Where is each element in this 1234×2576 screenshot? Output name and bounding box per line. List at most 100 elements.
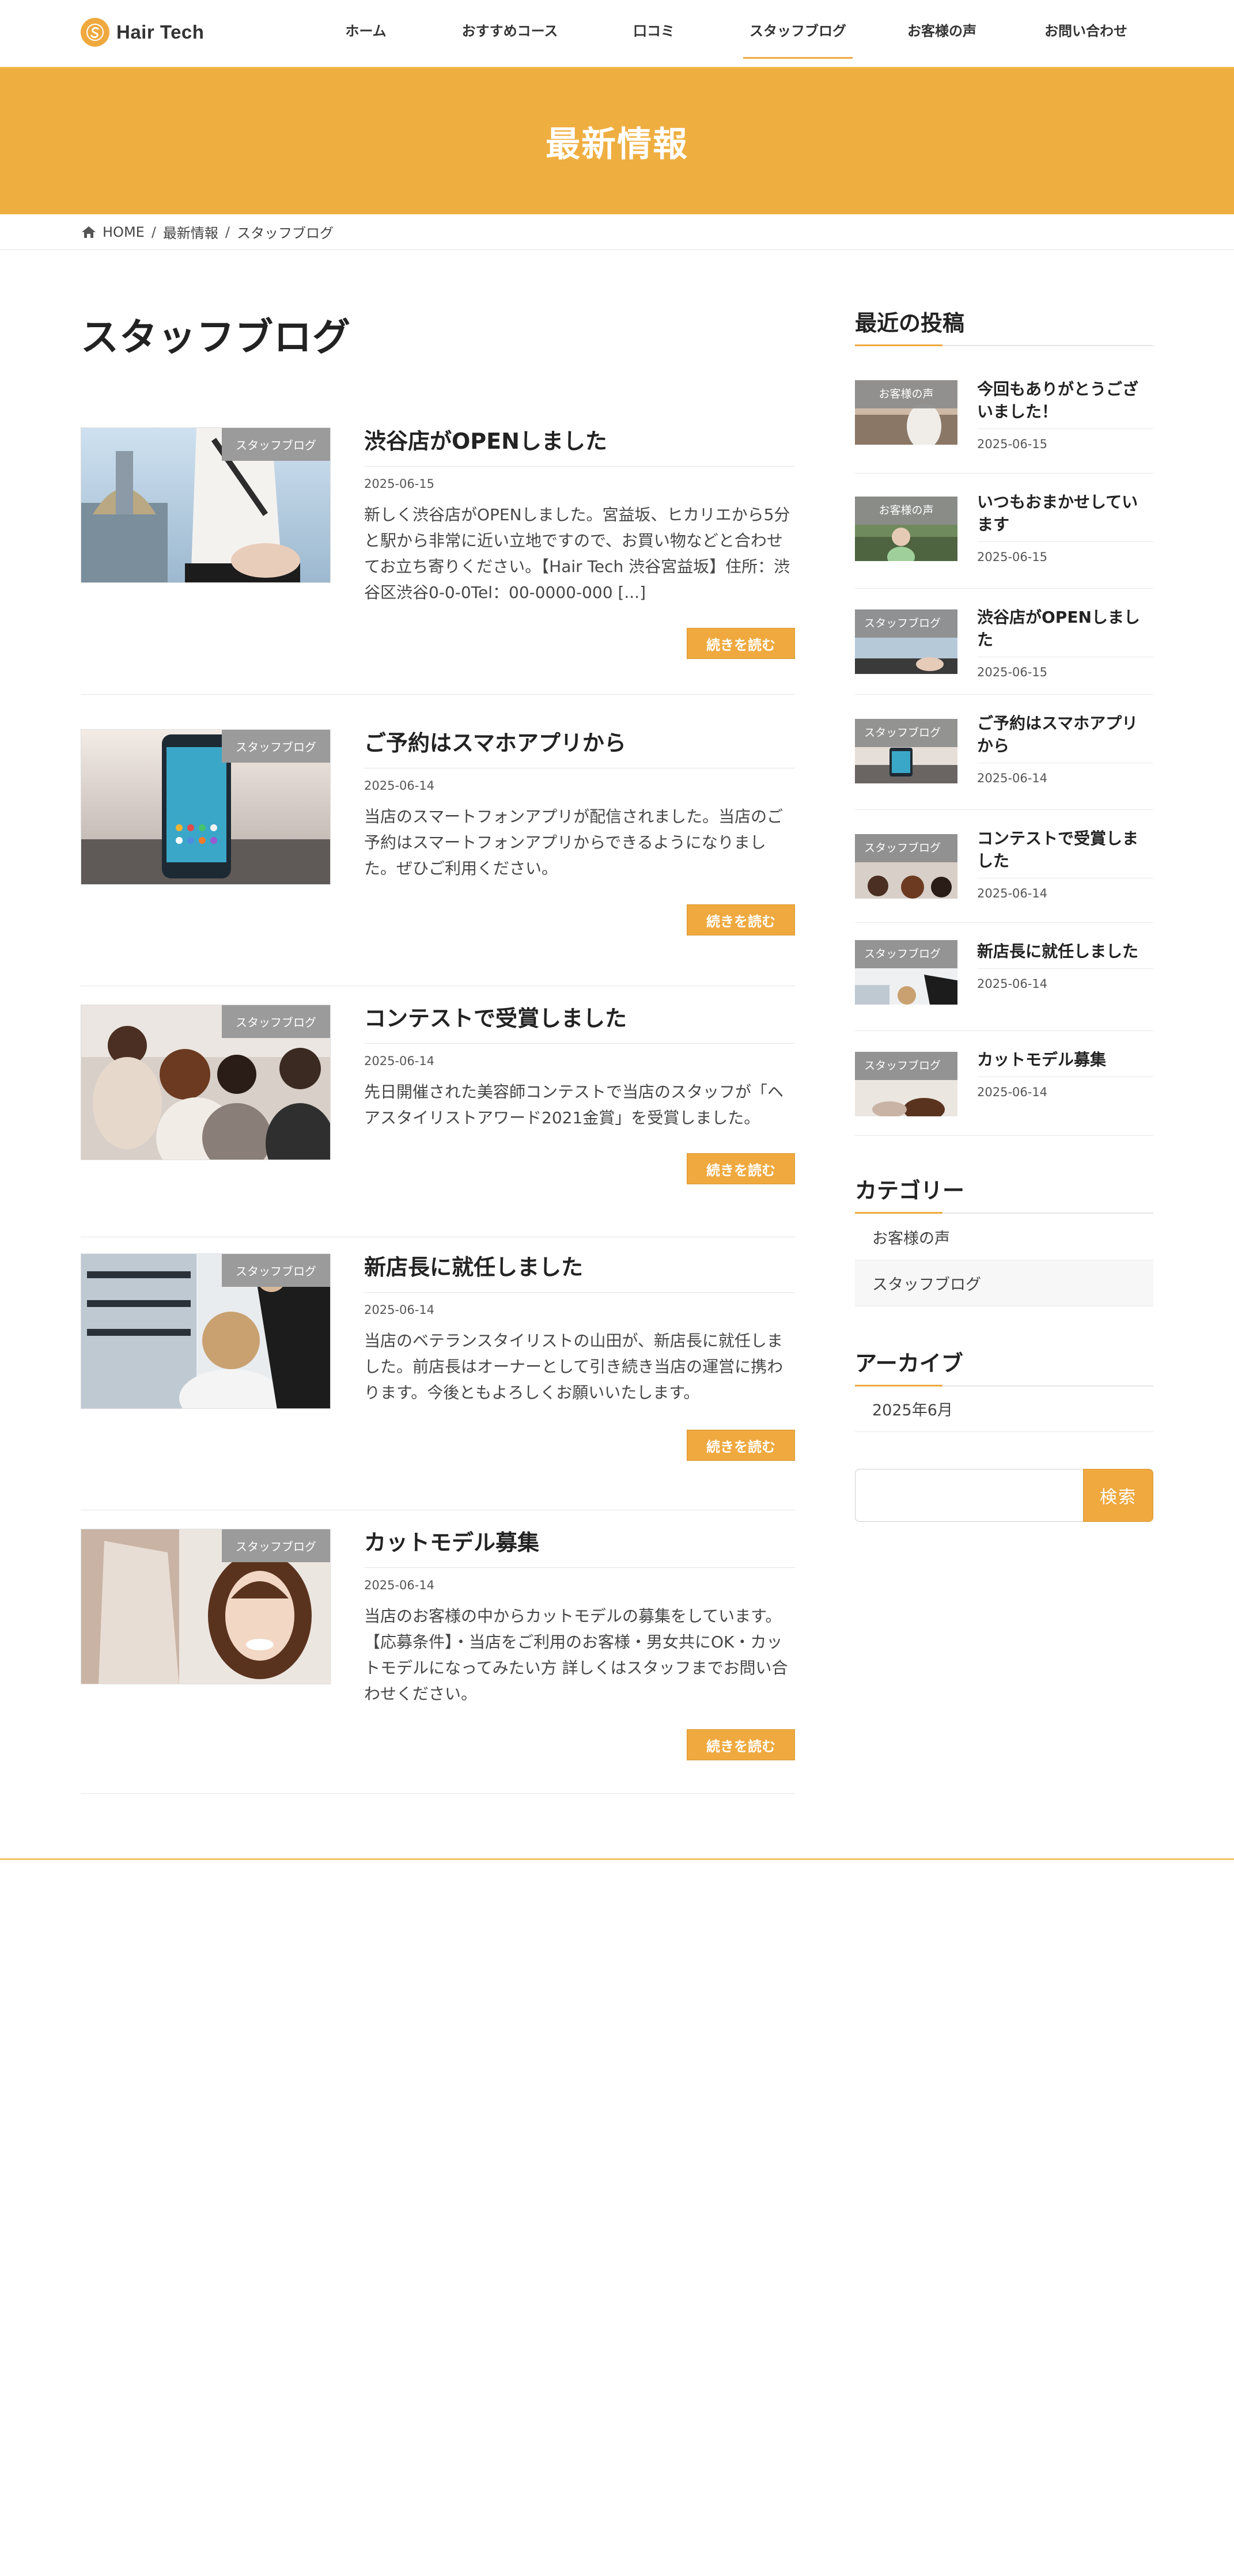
post-card: スタッフブログ 渋谷店がOPENしました 2025-06-15 新しく渋谷店がO… xyxy=(81,427,795,695)
nav-recommended-course[interactable]: おすすめコース xyxy=(438,0,582,59)
search-form: 検索 xyxy=(855,1469,1153,1522)
recent-posts-title: 最近の投稿 xyxy=(855,305,1153,346)
recent-post-item[interactable]: スタッフブログ カットモデル募集 2025-06-14 xyxy=(855,1031,1153,1136)
post-thumbnail[interactable]: スタッフブログ xyxy=(81,427,331,583)
post-category-badge: スタッフブログ xyxy=(222,1005,330,1038)
nav-home[interactable]: ホーム xyxy=(294,0,438,59)
recent-post-item[interactable]: お客様の声 いつもおまかせしています 2025-06-15 xyxy=(855,473,1153,589)
post-body: カットモデル募集 2025-06-14 当店のお客様の中からカットモデルの募集を… xyxy=(364,1529,795,1707)
archive-item-2025-06[interactable]: 2025年6月 xyxy=(855,1386,1153,1432)
nav-customer-voice[interactable]: お客様の声 xyxy=(870,0,1014,59)
recent-post-text: いつもおまかせしています 2025-06-15 xyxy=(977,491,1153,564)
recent-post-thumbnail[interactable]: スタッフブログ xyxy=(855,609,957,674)
post-thumbnail[interactable]: スタッフブログ xyxy=(81,1005,331,1160)
post-card: スタッフブログ 新店長に就任しました 2025-06-14 当店のベテランスタイ… xyxy=(81,1253,795,1510)
recent-post-thumbnail[interactable]: スタッフブログ xyxy=(855,940,957,1005)
post-body: ご予約はスマホアプリから 2025-06-14 当店のスマートフォンアプリが配信… xyxy=(364,729,795,882)
read-more-button[interactable]: 続きを読む xyxy=(687,904,795,935)
archive-widget-title: アーカイブ xyxy=(855,1346,1153,1387)
recent-post-title[interactable]: カットモデル募集 xyxy=(977,1048,1153,1078)
archive-list: 2025年6月 xyxy=(855,1386,1153,1432)
recent-post-title[interactable]: 今回もありがとうございました！ xyxy=(977,378,1153,430)
category-list: お客様の声 スタッフブログ xyxy=(855,1214,1153,1306)
recent-post-date: 2025-06-14 xyxy=(977,977,1048,991)
site-header: Hair Tech ホーム おすすめコース 口コミ スタッフブログ お客様の声 … xyxy=(0,0,1234,67)
recent-post-item[interactable]: お客様の声 今回もありがとうございました！ 2025-06-15 xyxy=(855,361,1153,473)
post-body: コンテストで受賞しました 2025-06-14 先日開催された美容師コンテストで… xyxy=(364,1005,795,1131)
home-icon xyxy=(81,225,97,239)
breadcrumb-news[interactable]: 最新情報 xyxy=(163,222,218,242)
recent-post-date: 2025-06-15 xyxy=(977,665,1048,680)
post-thumbnail[interactable]: スタッフブログ xyxy=(81,1253,331,1409)
post-title[interactable]: コンテストで受賞しました xyxy=(364,1005,795,1044)
post-category-badge: スタッフブログ xyxy=(222,428,330,461)
footer-divider xyxy=(0,1858,1234,1860)
post-date: 2025-06-14 xyxy=(364,779,435,793)
post-date: 2025-06-15 xyxy=(364,477,435,491)
logo-text: Hair Tech xyxy=(116,21,205,43)
recent-post-thumbnail[interactable]: スタッフブログ xyxy=(855,719,957,783)
global-nav: ホーム おすすめコース 口コミ スタッフブログ お客様の声 お問い合わせ xyxy=(294,0,1158,67)
post-excerpt: 新しく渋谷店がOPENしました。宮益坂、ヒカリエから5分と駅から非常に近い立地で… xyxy=(364,505,790,602)
post-card: スタッフブログ コンテストで受賞しました 2025-06-14 先日開催された美… xyxy=(81,1005,795,1237)
nav-staff-blog[interactable]: スタッフブログ xyxy=(726,0,870,59)
breadcrumb: HOME / 最新情報 / スタッフブログ xyxy=(0,214,1234,250)
post-thumbnail[interactable]: スタッフブログ xyxy=(81,729,331,885)
recent-post-text: カットモデル募集 2025-06-14 xyxy=(977,1048,1153,1099)
post-thumbnail[interactable]: スタッフブログ xyxy=(81,1529,331,1684)
recent-post-category: スタッフブログ xyxy=(855,834,957,862)
recent-post-title[interactable]: ご予約はスマホアプリから xyxy=(977,712,1153,764)
recent-post-category: お客様の声 xyxy=(855,380,957,408)
recent-post-item[interactable]: スタッフブログ コンテストで受賞しました 2025-06-14 xyxy=(855,810,1153,923)
nav-contact[interactable]: お問い合わせ xyxy=(1014,0,1158,59)
recent-post-thumbnail[interactable]: お客様の声 xyxy=(855,497,957,561)
post-title[interactable]: 渋谷店がOPENしました xyxy=(364,427,795,467)
site-logo[interactable]: Hair Tech xyxy=(81,18,204,47)
category-widget-title: カテゴリー xyxy=(855,1173,1153,1214)
recent-post-title[interactable]: 渋谷店がOPENしました xyxy=(977,606,1153,658)
read-more-button[interactable]: 続きを読む xyxy=(687,1430,795,1461)
post-date: 2025-06-14 xyxy=(364,1303,435,1317)
recent-post-date: 2025-06-15 xyxy=(977,437,1048,452)
recent-post-item[interactable]: スタッフブログ 新店長に就任しました 2025-06-14 xyxy=(855,923,1153,1031)
search-button[interactable]: 検索 xyxy=(1083,1469,1153,1522)
post-category-badge: スタッフブログ xyxy=(222,730,330,763)
post-card: スタッフブログ カットモデル募集 2025-06-14 当店のお客様の中からカッ… xyxy=(81,1529,795,1794)
post-title[interactable]: ご予約はスマホアプリから xyxy=(364,729,795,769)
recent-post-category: スタッフブログ xyxy=(855,940,957,968)
page-title: 最新情報 xyxy=(546,124,688,165)
recent-post-thumbnail[interactable]: スタッフブログ xyxy=(855,834,957,899)
category-item-customer-voice[interactable]: お客様の声 xyxy=(855,1214,1153,1260)
recent-post-text: 新店長に就任しました 2025-06-14 xyxy=(977,940,1153,991)
archive-title: スタッフブログ xyxy=(81,315,351,359)
post-category-badge: スタッフブログ xyxy=(222,1254,330,1287)
recent-post-date: 2025-06-14 xyxy=(977,887,1048,901)
recent-post-title[interactable]: コンテストで受賞しました xyxy=(977,827,1153,879)
post-body: 新店長に就任しました 2025-06-14 当店のベテランスタイリストの山田が、… xyxy=(364,1253,795,1406)
nav-reviews[interactable]: 口コミ xyxy=(582,0,726,59)
read-more-button[interactable]: 続きを読む xyxy=(687,628,795,659)
post-title[interactable]: カットモデル募集 xyxy=(364,1529,795,1569)
breadcrumb-current: スタッフブログ xyxy=(237,225,334,241)
breadcrumb-home[interactable]: HOME xyxy=(103,224,145,240)
read-more-button[interactable]: 続きを読む xyxy=(687,1153,795,1184)
search-input[interactable] xyxy=(855,1469,1083,1522)
recent-post-thumbnail[interactable]: スタッフブログ xyxy=(855,1052,957,1116)
recent-post-item[interactable]: スタッフブログ ご予約はスマホアプリから 2025-06-14 xyxy=(855,695,1153,810)
category-item-staff-blog[interactable]: スタッフブログ xyxy=(855,1260,1153,1306)
recent-post-category: スタッフブログ xyxy=(855,719,957,747)
recent-post-category: スタッフブログ xyxy=(855,609,957,638)
recent-post-thumbnail[interactable]: お客様の声 xyxy=(855,380,957,445)
read-more-button[interactable]: 続きを読む xyxy=(687,1729,795,1760)
recent-post-title[interactable]: 新店長に就任しました xyxy=(977,940,1153,969)
post-card: スタッフブログ ご予約はスマホアプリから 2025-06-14 当店のスマートフ… xyxy=(81,729,795,986)
post-excerpt: 当店のスマートフォンアプリが配信されました。当店のご予約はスマートフォンアプリか… xyxy=(364,807,783,878)
post-excerpt: 当店のお客様の中からカットモデルの募集をしています。【応募条件】・当店をご利用の… xyxy=(364,1607,788,1703)
recent-post-title[interactable]: いつもおまかせしています xyxy=(977,491,1153,543)
post-title[interactable]: 新店長に就任しました xyxy=(364,1253,795,1293)
recent-post-category: お客様の声 xyxy=(855,497,957,525)
recent-post-text: ご予約はスマホアプリから 2025-06-14 xyxy=(977,712,1153,785)
recent-post-item[interactable]: スタッフブログ 渋谷店がOPENしました 2025-06-15 xyxy=(855,589,1153,695)
post-date: 2025-06-14 xyxy=(364,1578,435,1593)
post-excerpt: 先日開催された美容師コンテストで当店のスタッフが「ヘアスタイリストアワード202… xyxy=(364,1082,784,1128)
